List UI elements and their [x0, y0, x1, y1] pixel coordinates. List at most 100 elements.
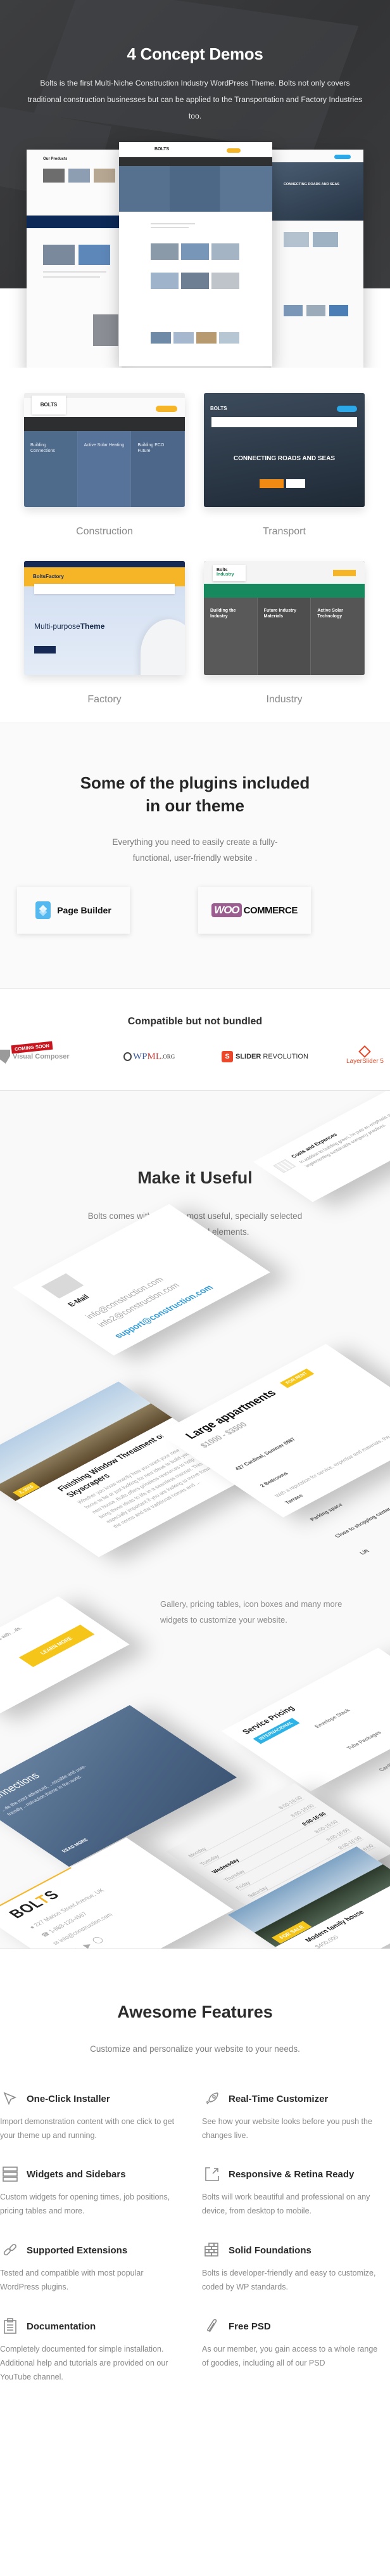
github-icon[interactable]: ◯ [89, 1935, 105, 1945]
demo-panel: Building ECO Future [131, 431, 185, 507]
bricks-icon [202, 2241, 222, 2260]
mockup-logo: BOLTS [154, 147, 170, 151]
paperclip-icon [202, 2317, 222, 2336]
demo-screenshot[interactable]: BOLTS CONNECTING ROADS AND SEAS [204, 393, 365, 507]
call-to-action-card: ...s with ...ds. LEARN MORE [0, 1596, 130, 1716]
mockup-image [79, 245, 110, 265]
demo-card-transport[interactable]: BOLTS CONNECTING ROADS AND SEAS Transpor… [204, 393, 365, 538]
mockup-image [181, 243, 209, 260]
wpml-logo: WP ML .ORG [123, 1047, 175, 1066]
feature-item: Free PSD As our member, you gain access … [202, 2317, 386, 2370]
demo-phone-button [156, 406, 177, 412]
features-title: Awesome Features [117, 2002, 273, 2021]
demo-card-industry[interactable]: Bolts Industry Building the Industry Futu… [204, 561, 365, 705]
demo-nav [211, 417, 357, 427]
youtube-icon[interactable]: ▶ [80, 1941, 94, 1948]
demo-panel: Active Solar Technology [311, 598, 365, 675]
plugin-card-woocommerce[interactable]: WOO COMMERCE [198, 887, 311, 934]
for-rent-badge: FOR RENT [279, 1368, 315, 1388]
plugins-title: Some of the plugins included in our them… [80, 773, 310, 815]
slider-revolution-logo: S SLIDER REVOLUTION [222, 1047, 308, 1066]
feature-item: Responsive & Retina Ready Bolts will wor… [202, 2165, 386, 2218]
slider-revolution-icon: S [222, 1051, 233, 1062]
demo-card-factory[interactable]: BoltsFactory Multi-purposeTheme Factory [24, 561, 185, 705]
demo-panel: Building Connections [24, 431, 78, 507]
demo-logo: BOLTS [210, 406, 227, 411]
turbine-image [141, 619, 185, 675]
demo-screenshot[interactable]: BOLTS Building Connections Active Solar … [24, 393, 185, 507]
layerslider-icon [358, 1045, 372, 1058]
demo-logo: BoltsFactory [33, 574, 64, 579]
mockup-image [196, 332, 217, 344]
demo-headline: CONNECTING ROADS AND SEAS [233, 455, 336, 462]
read-more-button[interactable]: READ MORE [61, 1838, 89, 1854]
widgets-icon [0, 2165, 20, 2184]
demo-panel: Active Solar Heating [77, 431, 132, 507]
mockup-image [173, 332, 194, 344]
envelope-icon [41, 1273, 84, 1299]
feature-item: Documentation Completely documented for … [0, 2317, 184, 2384]
calculator-icon [273, 1159, 296, 1173]
visual-composer-logo: Visual Composer COMING SOON [0, 1041, 70, 1066]
demo-screenshot[interactable]: Bolts Industry Building the Industry Futu… [204, 561, 365, 675]
features-subtitle: Customize and personalize your website t… [90, 2044, 300, 2054]
feature-item: Real-Time Customizer See how your websit… [202, 2089, 386, 2142]
learn-more-button[interactable]: LEARN MORE [18, 1625, 95, 1668]
features-section: Awesome Features Customize and personali… [0, 1949, 390, 2507]
link-icon [0, 2241, 20, 2260]
demo-label[interactable]: Construction [24, 526, 185, 538]
mockup-image [94, 169, 115, 183]
mockup-image [211, 273, 239, 289]
rocket-icon [202, 2089, 222, 2108]
demo-phone-button [337, 406, 357, 412]
pricing-card: Service Pricing INTERNACIONAL Envelope S… [222, 1647, 390, 1791]
demo-logo: BOLTS [32, 396, 66, 415]
mockup-transport-page: CONNECTING ROADS AND SEAS [271, 150, 363, 368]
mockup-image [329, 305, 348, 316]
compatible-title: Compatible but not bundled [127, 1016, 263, 1027]
coming-soon-badge: COMING SOON [11, 1041, 53, 1054]
mockup-slider [119, 166, 272, 212]
useful-widgets-text: Gallery, pricing tables, icon boxes and … [160, 1599, 343, 1625]
demo-card-construction[interactable]: BOLTS Building Connections Active Solar … [24, 393, 185, 538]
demo-panel: Future Industry Materials [257, 598, 311, 675]
cursor-icon [0, 2089, 20, 2108]
mockup-image [306, 305, 325, 316]
woocommerce-icon: WOO COMMERCE [211, 903, 298, 917]
mockup-slider [271, 162, 363, 221]
mockup-construction-page: BOLTS [119, 142, 272, 366]
mockup-image [43, 245, 75, 265]
mockup-image [219, 332, 239, 344]
demo-panel: Building the Industry [204, 598, 258, 675]
responsive-icon [202, 2165, 222, 2184]
layerslider-logo: LayerSlider 5 [346, 1045, 384, 1066]
mockup-image [151, 332, 171, 344]
compatible-section: Compatible but not bundled Visual Compos… [0, 989, 390, 1090]
plugin-label: Page Builder [57, 905, 111, 915]
mockup-image [151, 273, 179, 289]
mockup-image [151, 243, 179, 260]
hero-section: 4 Concept Demos Bolts is the first Multi… [0, 0, 390, 368]
feature-item: One-Click Installer Import demonstration… [0, 2089, 184, 2142]
clipboard-icon [0, 2317, 20, 2336]
mockup-image [284, 305, 303, 316]
demo-label[interactable]: Industry [204, 694, 365, 705]
wpml-icon [123, 1052, 132, 1061]
demo-nav [24, 417, 185, 431]
page-builder-icon [35, 901, 51, 919]
demo-label[interactable]: Factory [24, 694, 185, 705]
mockup-image [93, 314, 118, 346]
demo-headline: Multi-purposeTheme [34, 622, 105, 631]
feature-item: Solid Foundations Bolts is developer-fri… [202, 2241, 386, 2294]
demos-grid: BOLTS Building Connections Active Solar … [0, 368, 390, 723]
plugin-card-page-builder[interactable]: Page Builder [17, 887, 130, 934]
demo-screenshot[interactable]: BoltsFactory Multi-purposeTheme [24, 561, 185, 675]
mockup-headline: CONNECTING ROADS AND SEAS [283, 183, 340, 186]
mockup-image [211, 243, 239, 260]
feature-item: Widgets and Sidebars Custom widgets for … [0, 2165, 184, 2218]
demo-nav [204, 584, 365, 598]
hero-title: 4 Concept Demos [127, 44, 263, 63]
mockup-image [68, 169, 90, 183]
plugins-subtitle: Everything you need to easily create a f… [112, 837, 278, 863]
demo-label[interactable]: Transport [204, 526, 365, 538]
